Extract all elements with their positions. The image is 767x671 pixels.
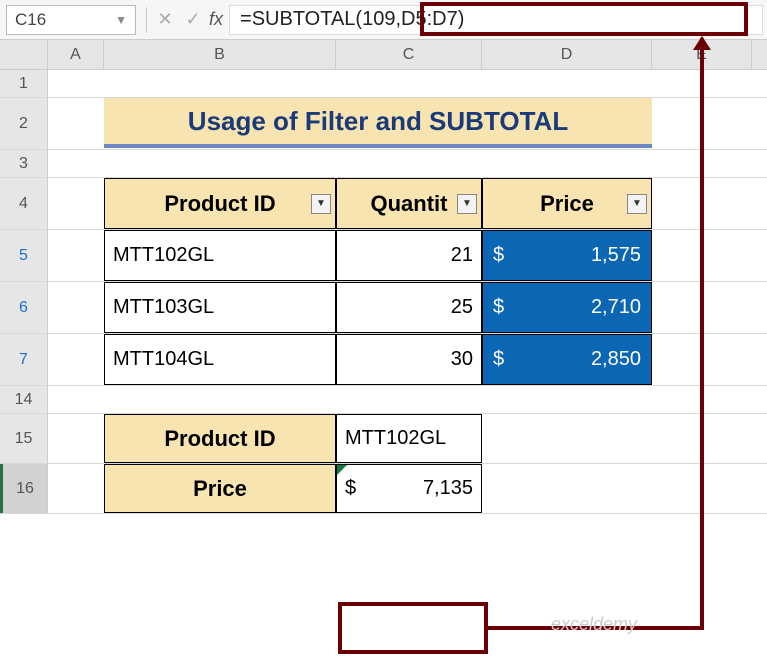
row-header[interactable]: 5 [0, 230, 48, 281]
table-cell-price[interactable]: $ 2,710 [482, 282, 652, 333]
cell[interactable] [48, 386, 104, 413]
name-box-value: C16 [15, 10, 46, 30]
cell[interactable] [336, 70, 482, 97]
price-value: 1,575 [591, 244, 641, 267]
cell[interactable] [336, 386, 482, 413]
arrow-head-icon [693, 36, 711, 50]
arrow-line [488, 626, 702, 630]
error-indicator-icon [337, 465, 347, 475]
watermark: exceldemy [551, 614, 637, 635]
summary-value[interactable]: MTT102GL [336, 414, 482, 463]
col-header-c[interactable]: C [336, 40, 482, 69]
header-text: Price [540, 191, 594, 217]
cell[interactable] [48, 70, 104, 97]
cell[interactable] [48, 150, 104, 177]
price-value: 2,850 [591, 348, 641, 371]
cell[interactable] [48, 414, 104, 463]
row-header[interactable]: 3 [0, 150, 48, 177]
cell[interactable] [482, 464, 652, 513]
cell[interactable] [48, 98, 104, 149]
table-cell[interactable]: 25 [336, 282, 482, 333]
cell[interactable] [48, 334, 104, 385]
summary-label[interactable]: Price [104, 464, 336, 513]
chevron-down-icon[interactable]: ▼ [115, 13, 127, 27]
cell[interactable] [48, 178, 104, 229]
cell[interactable] [482, 414, 652, 463]
table-cell-price[interactable]: $ 2,850 [482, 334, 652, 385]
cell[interactable] [482, 70, 652, 97]
fx-icon[interactable]: fx [209, 9, 223, 30]
table-cell[interactable]: 21 [336, 230, 482, 281]
subtotal-value: 7,135 [423, 477, 473, 500]
name-box[interactable]: C16 ▼ [6, 5, 136, 35]
row-header[interactable]: 16 [0, 464, 48, 513]
row-header[interactable]: 6 [0, 282, 48, 333]
table-cell[interactable]: 30 [336, 334, 482, 385]
cell[interactable] [48, 282, 104, 333]
header-text: Quantit [371, 191, 448, 217]
currency: $ [345, 477, 356, 500]
price-value: 2,710 [591, 296, 641, 319]
confirm-icon[interactable]: ✓ [179, 6, 207, 34]
summary-label[interactable]: Product ID [104, 414, 336, 463]
currency: $ [493, 296, 504, 319]
cell[interactable] [48, 230, 104, 281]
filter-active-button[interactable]: ▼ [627, 194, 647, 214]
cell[interactable] [482, 386, 652, 413]
formula-bar: C16 ▼ ✕ ✓ fx =SUBTOTAL(109,D5:D7) [0, 0, 767, 40]
column-headers: A B C D E [0, 40, 767, 70]
table-cell[interactable]: MTT104GL [104, 334, 336, 385]
divider [146, 7, 147, 33]
formula-input[interactable]: =SUBTOTAL(109,D5:D7) [229, 5, 763, 35]
cell[interactable] [336, 150, 482, 177]
row-header[interactable]: 7 [0, 334, 48, 385]
col-header-b[interactable]: B [104, 40, 336, 69]
spreadsheet-grid: A B C D E 1 2 Usage of Filter and SUBTOT… [0, 40, 767, 514]
table-cell-price[interactable]: $ 1,575 [482, 230, 652, 281]
table-header-qty: Quantit ▼ [336, 178, 482, 229]
cell[interactable] [104, 150, 336, 177]
highlight-box [338, 602, 488, 654]
header-text: Product ID [164, 191, 275, 217]
cancel-icon[interactable]: ✕ [151, 6, 179, 34]
cell[interactable] [104, 386, 336, 413]
col-header-a[interactable]: A [48, 40, 104, 69]
row-header[interactable]: 2 [0, 98, 48, 149]
filter-button[interactable]: ▼ [311, 194, 331, 214]
currency: $ [493, 244, 504, 267]
subtotal-cell[interactable]: ! $ 7,135 [336, 464, 482, 513]
page-title: Usage of Filter and SUBTOTAL [104, 98, 652, 148]
table-header-product: Product ID ▼ [104, 178, 336, 229]
cell[interactable] [48, 464, 104, 513]
table-header-price: Price ▼ [482, 178, 652, 229]
row-header[interactable]: 14 [0, 386, 48, 413]
row-header[interactable]: 4 [0, 178, 48, 229]
row-header[interactable]: 1 [0, 70, 48, 97]
table-cell[interactable]: MTT103GL [104, 282, 336, 333]
cell[interactable] [482, 150, 652, 177]
arrow-line [700, 38, 704, 630]
currency: $ [493, 348, 504, 371]
row-header[interactable]: 15 [0, 414, 48, 463]
table-cell[interactable]: MTT102GL [104, 230, 336, 281]
select-all-corner[interactable] [0, 40, 48, 69]
filter-button[interactable]: ▼ [457, 194, 477, 214]
col-header-d[interactable]: D [482, 40, 652, 69]
formula-value: =SUBTOTAL(109,D5:D7) [240, 8, 464, 31]
cell[interactable] [104, 70, 336, 97]
